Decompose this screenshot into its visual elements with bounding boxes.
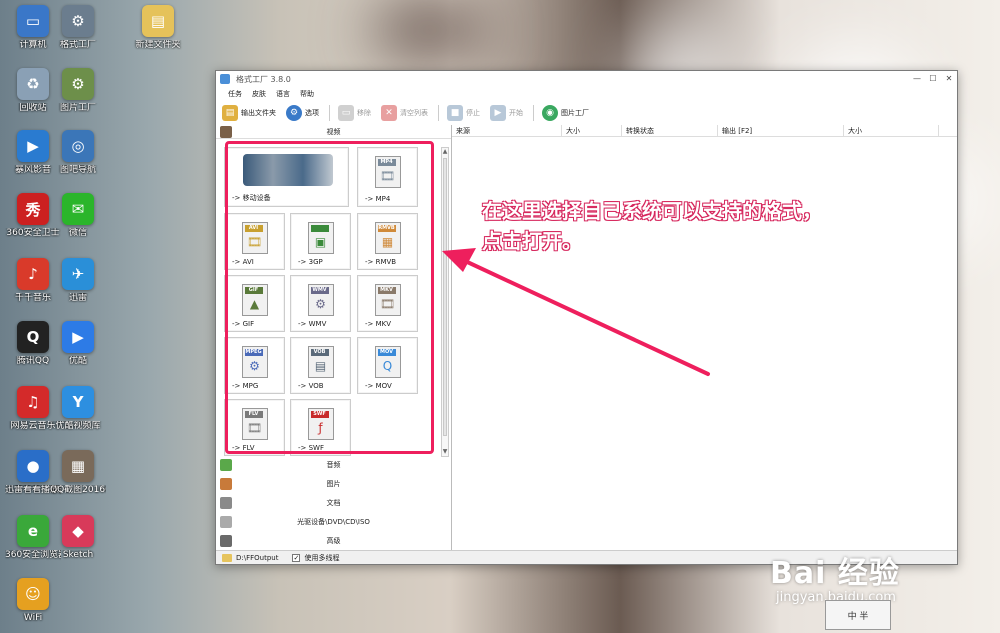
annotation-arrow [442, 248, 710, 376]
arrow-head [442, 248, 476, 272]
annotation-line-2: 点击打开。 [482, 229, 582, 253]
watermark-brand: Bai 经验 [770, 556, 900, 591]
baidu-watermark: Bai 经验 jingyan.baidu.com [770, 548, 900, 605]
ime-indicator[interactable]: 中 半 [825, 600, 891, 630]
annotation-text: 在这里选择自己系统可以支持的格式， 点击打开。 [482, 196, 902, 256]
arrow-line [461, 258, 710, 376]
annotation-line-1: 在这里选择自己系统可以支持的格式， [482, 199, 822, 223]
